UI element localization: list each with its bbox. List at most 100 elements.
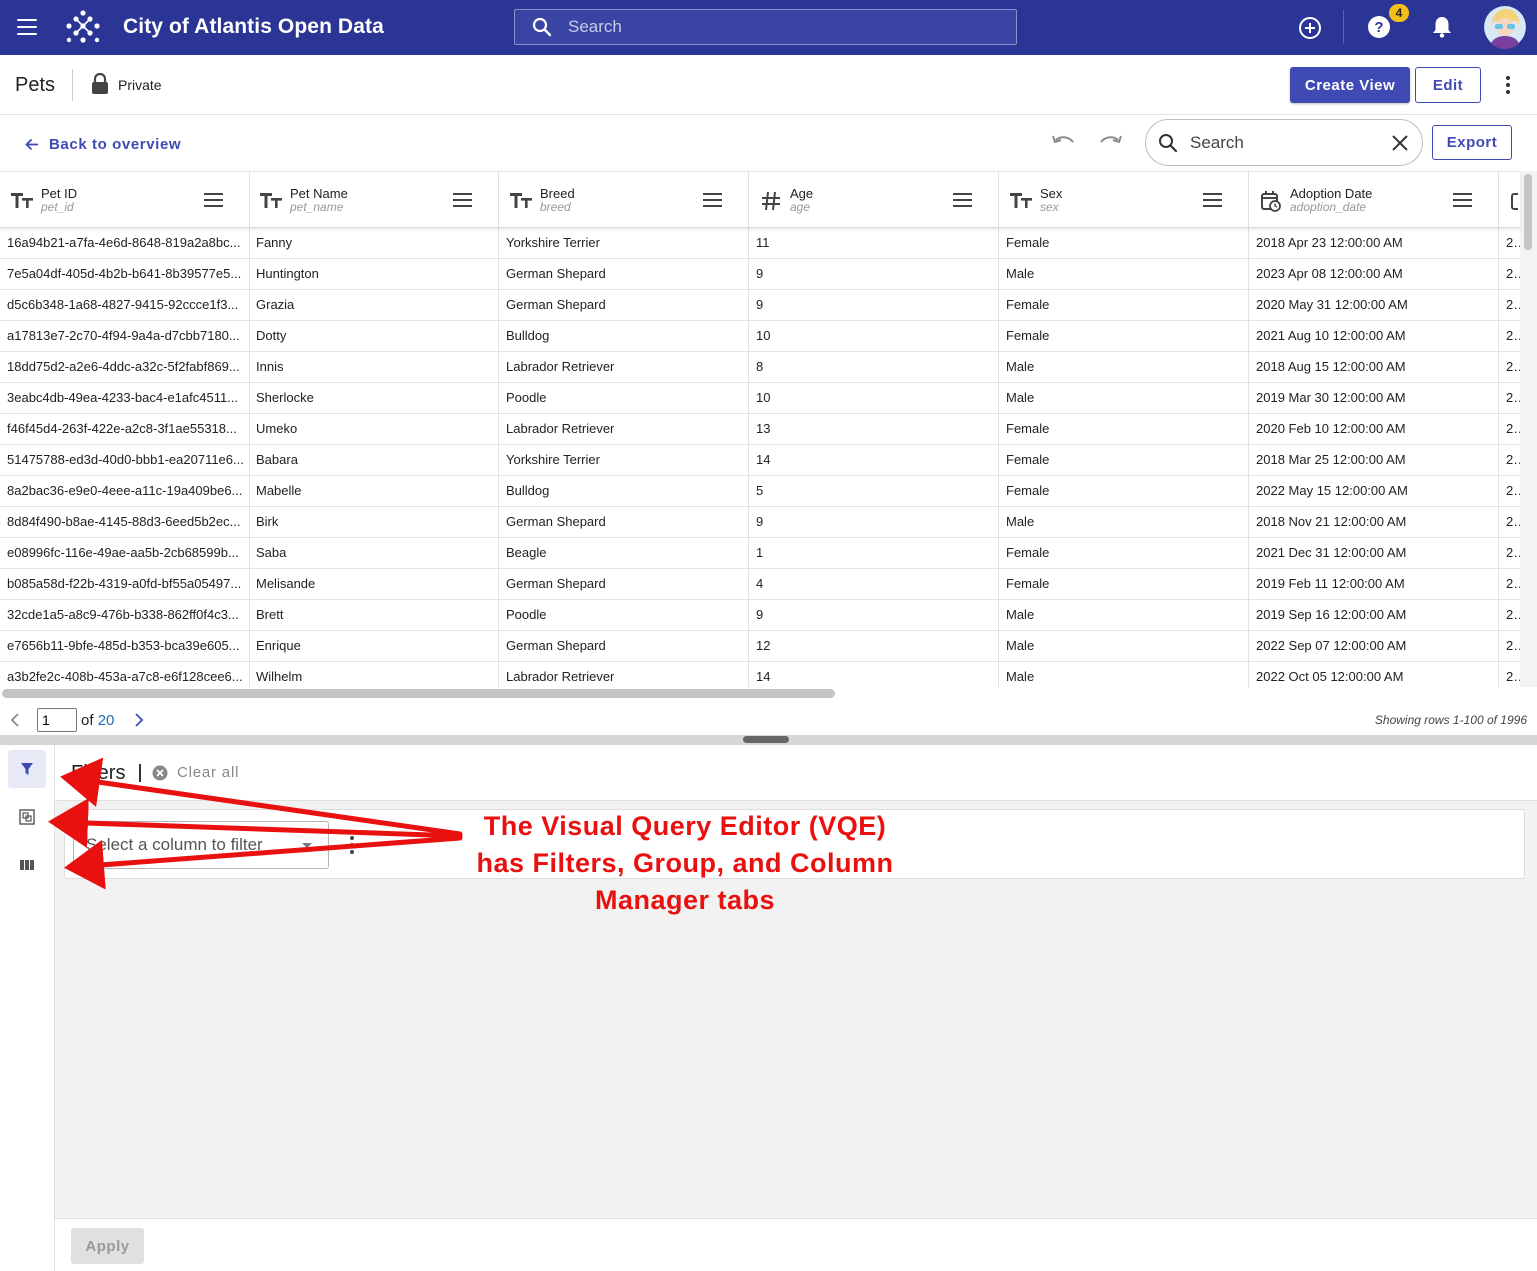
cell-breed[interactable]: Yorkshire Terrier [499, 445, 749, 476]
bell-icon[interactable] [1432, 16, 1452, 38]
cell-pet-name[interactable]: Babara [249, 445, 499, 476]
cell-age[interactable]: 12 [749, 631, 999, 662]
cell-age[interactable]: 13 [749, 414, 999, 445]
grid-search-input[interactable] [1190, 132, 1380, 153]
table-row[interactable]: a17813e7-2c70-4f94-9a4a-d7cbb7180... Dott… [0, 321, 1520, 352]
table-row[interactable]: d5c6b348-1a68-4827-9415-92ccce1f3... Graz… [0, 290, 1520, 321]
apply-button[interactable]: Apply [71, 1228, 144, 1264]
cell-breed[interactable]: Poodle [499, 600, 749, 631]
cell-breed[interactable]: Yorkshire Terrier [499, 228, 749, 259]
cell-overflow[interactable]: 20 [1499, 631, 1520, 662]
cell-pet-name[interactable]: Melisande [249, 569, 499, 600]
column-header-age[interactable]: Age age [749, 172, 999, 228]
table-row[interactable]: 7e5a04df-405d-4b2b-b641-8b39577e5... Hunt… [0, 259, 1520, 290]
cell-breed[interactable]: German Shepard [499, 259, 749, 290]
horizontal-scroll-thumb[interactable] [2, 689, 835, 698]
cell-overflow[interactable]: 20 [1499, 445, 1520, 476]
column-header-pet-name[interactable]: Pet Name pet_name [249, 172, 499, 228]
table-row[interactable]: b085a58d-f22b-4319-a0fd-bf55a05497... Mel… [0, 569, 1520, 600]
column-menu-icon[interactable] [953, 193, 972, 207]
redo-icon[interactable] [1098, 132, 1124, 152]
table-row[interactable]: 8a2bac36-e9e0-4eee-a11c-19a409be6... Mabe… [0, 476, 1520, 507]
cell-pet-id[interactable]: 16a94b21-a7fa-4e6d-8648-819a2a8bc... [0, 228, 250, 259]
cell-pet-id[interactable]: 7e5a04df-405d-4b2b-b641-8b39577e5... [0, 259, 250, 290]
help-icon[interactable]: ? [1367, 15, 1391, 39]
column-menu-icon[interactable] [703, 193, 722, 207]
cell-pet-id[interactable]: 18dd75d2-a2e6-4ddc-a32c-5f2fabf869... [0, 352, 250, 383]
cell-sex[interactable]: Female [999, 321, 1249, 352]
undo-icon[interactable] [1050, 132, 1076, 152]
cell-sex[interactable]: Male [999, 352, 1249, 383]
cell-sex[interactable]: Male [999, 383, 1249, 414]
cell-adoption-date[interactable]: 2018 Nov 21 12:00:00 AM [1249, 507, 1499, 538]
cell-pet-name[interactable]: Dotty [249, 321, 499, 352]
column-header-breed[interactable]: Breed breed [499, 172, 749, 228]
column-header-adoption-date[interactable]: Adoption Date adoption_date [1249, 172, 1499, 228]
cell-pet-id[interactable]: 32cde1a5-a8c9-476b-b338-862ff0f4c3... [0, 600, 250, 631]
drag-handle[interactable] [743, 736, 789, 743]
cell-pet-id[interactable]: f46f45d4-263f-422e-a2c8-3f1ae55318... [0, 414, 250, 445]
cell-pet-id[interactable]: 8d84f490-b8ae-4145-88d3-6eed5b2ec... [0, 507, 250, 538]
cell-breed[interactable]: German Shepard [499, 507, 749, 538]
cell-overflow[interactable]: 20 [1499, 383, 1520, 414]
column-menu-icon[interactable] [453, 193, 472, 207]
cell-pet-name[interactable]: Innis [249, 352, 499, 383]
filter-column-select[interactable]: Select a column to filter [73, 821, 329, 869]
table-row[interactable]: 51475788-ed3d-40d0-bbb1-ea20711e6... Baba… [0, 445, 1520, 476]
chevron-left-icon[interactable] [8, 712, 22, 728]
cell-age[interactable]: 9 [749, 259, 999, 290]
edit-button[interactable]: Edit [1415, 67, 1481, 103]
cell-overflow[interactable]: 20 [1499, 476, 1520, 507]
cell-age[interactable]: 14 [749, 445, 999, 476]
cell-age[interactable]: 9 [749, 600, 999, 631]
cell-sex[interactable]: Female [999, 476, 1249, 507]
cell-sex[interactable]: Female [999, 538, 1249, 569]
cell-overflow[interactable]: 20 [1499, 569, 1520, 600]
column-header-pet-id[interactable]: Pet ID pet_id [0, 172, 250, 228]
cell-adoption-date[interactable]: 2022 May 15 12:00:00 AM [1249, 476, 1499, 507]
cell-pet-name[interactable]: Huntington [249, 259, 499, 290]
cell-adoption-date[interactable]: 2019 Mar 30 12:00:00 AM [1249, 383, 1499, 414]
cell-pet-id[interactable]: e7656b11-9bfe-485d-b353-bca39e605... [0, 631, 250, 662]
cell-sex[interactable]: Female [999, 290, 1249, 321]
column-menu-icon[interactable] [204, 193, 223, 207]
back-to-overview-link[interactable]: Back to overview [25, 136, 181, 153]
cell-breed[interactable]: Labrador Retriever [499, 352, 749, 383]
cell-pet-name[interactable]: Fanny [249, 228, 499, 259]
cell-age[interactable]: 1 [749, 538, 999, 569]
global-search[interactable] [514, 9, 1017, 45]
cell-sex[interactable]: Female [999, 228, 1249, 259]
cell-adoption-date[interactable]: 2021 Aug 10 12:00:00 AM [1249, 321, 1499, 352]
page-number-input[interactable] [37, 708, 77, 732]
cell-adoption-date[interactable]: 2022 Sep 07 12:00:00 AM [1249, 631, 1499, 662]
cell-breed[interactable]: Labrador Retriever [499, 414, 749, 445]
cell-pet-name[interactable]: Brett [249, 600, 499, 631]
cell-overflow[interactable]: 20 [1499, 228, 1520, 259]
column-header-sex[interactable]: Sex sex [999, 172, 1249, 228]
atom-logo-icon[interactable] [64, 9, 102, 47]
cell-adoption-date[interactable]: 2019 Sep 16 12:00:00 AM [1249, 600, 1499, 631]
cell-adoption-date[interactable]: 2021 Dec 31 12:00:00 AM [1249, 538, 1499, 569]
table-row[interactable]: f46f45d4-263f-422e-a2c8-3f1ae55318... Ume… [0, 414, 1520, 445]
cell-pet-id[interactable]: b085a58d-f22b-4319-a0fd-bf55a05497... [0, 569, 250, 600]
table-row[interactable]: e7656b11-9bfe-485d-b353-bca39e605... Enri… [0, 631, 1520, 662]
cell-overflow[interactable]: 20 [1499, 352, 1520, 383]
cell-pet-id[interactable]: 51475788-ed3d-40d0-bbb1-ea20711e6... [0, 445, 250, 476]
cell-sex[interactable]: Male [999, 631, 1249, 662]
cell-adoption-date[interactable]: 2018 Apr 23 12:00:00 AM [1249, 228, 1499, 259]
table-row[interactable]: 3eabc4db-49ea-4233-bac4-e1afc4511... Sher… [0, 383, 1520, 414]
cell-pet-id[interactable]: d5c6b348-1a68-4827-9415-92ccce1f3... [0, 290, 250, 321]
group-tab[interactable] [8, 798, 46, 836]
create-view-button[interactable]: Create View [1290, 67, 1410, 103]
cell-overflow[interactable]: 20 [1499, 259, 1520, 290]
cell-sex[interactable]: Male [999, 259, 1249, 290]
menu-icon[interactable] [17, 19, 37, 35]
cell-pet-id[interactable]: e08996fc-116e-49ae-aa5b-2cb68599b... [0, 538, 250, 569]
export-button[interactable]: Export [1432, 125, 1512, 160]
cell-breed[interactable]: Bulldog [499, 321, 749, 352]
cell-breed[interactable]: German Shepard [499, 631, 749, 662]
table-row[interactable]: e08996fc-116e-49ae-aa5b-2cb68599b... Saba… [0, 538, 1520, 569]
grid-search[interactable] [1145, 119, 1423, 166]
app-title[interactable]: City of Atlantis Open Data [123, 15, 384, 39]
add-circle-icon[interactable] [1298, 16, 1322, 40]
